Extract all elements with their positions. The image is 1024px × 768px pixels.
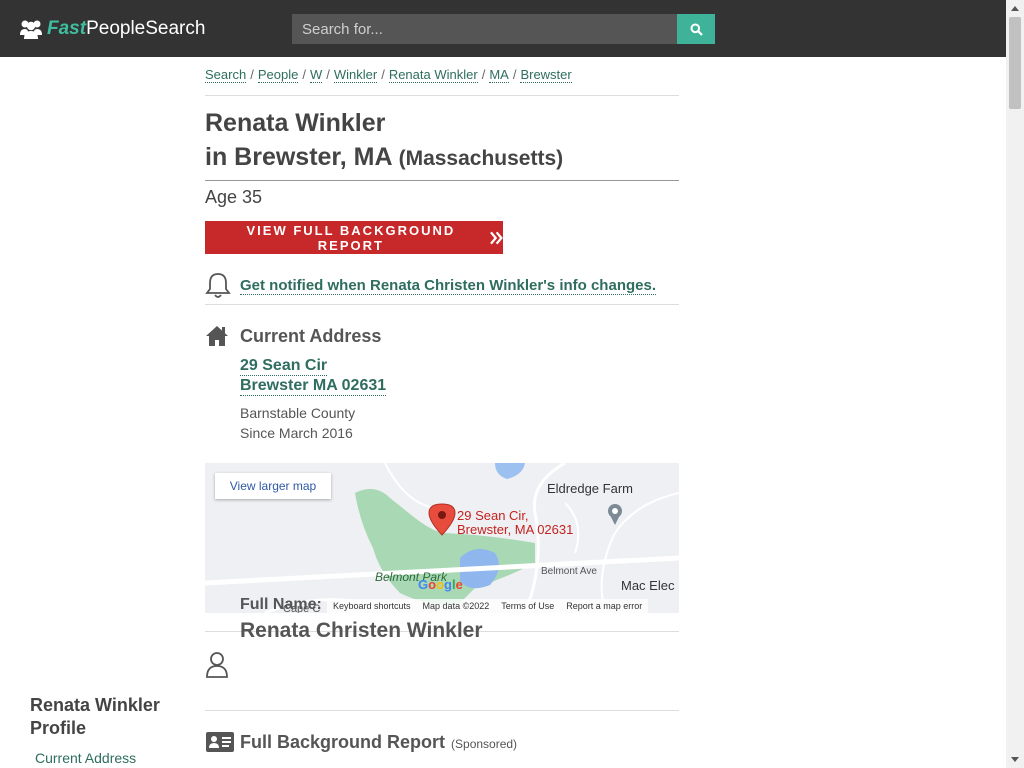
title-divider <box>205 180 679 181</box>
person-location: in Brewster, MA <box>205 143 392 171</box>
address-street-link[interactable]: 29 Sean Cir <box>240 357 328 376</box>
map-pin-line2: Brewster, MA 02631 <box>457 522 574 537</box>
id-card-icon <box>206 732 234 752</box>
top-navbar: Fast PeopleSearch <box>0 0 1006 57</box>
address-map[interactable]: View larger map 29 Sean Cir, Brewster, M… <box>205 463 679 613</box>
full-name-label: Full Name: <box>240 596 322 613</box>
scroll-down-arrow[interactable] <box>1006 751 1024 768</box>
address-since: Since March 2016 <box>240 425 353 441</box>
map-place-belmont-ave: Belmont Ave <box>541 566 597 577</box>
map-pin-line1: 29 Sean Cir, <box>457 508 529 523</box>
current-address-title: Current Address <box>240 326 382 346</box>
breadcrumb-state[interactable]: MA <box>489 67 509 83</box>
profile-sidebar: Renata Winkler Profile Current Address <box>30 694 190 766</box>
search-button[interactable] <box>677 14 715 44</box>
double-chevron-right-icon <box>489 231 503 244</box>
bell-icon <box>205 273 231 298</box>
map-terms-link[interactable]: Terms of Use <box>501 601 554 611</box>
breadcrumb-people[interactable]: People <box>257 67 299 83</box>
search-input[interactable] <box>292 14 677 44</box>
home-icon <box>206 326 228 346</box>
breadcrumb-city[interactable]: Brewster <box>520 67 572 83</box>
notify-link[interactable]: Get notified when Renata Christen Winkle… <box>240 277 656 295</box>
person-state-full: (Massachusetts) <box>398 147 564 170</box>
sponsored-label: (Sponsored) <box>451 737 518 751</box>
background-report-title: Full Background Report (Sponsored) <box>240 732 517 753</box>
divider <box>205 95 679 96</box>
page-title: Renata Winkler in Brewster, MA (Massachu… <box>205 106 563 176</box>
address-county: Barnstable County <box>240 405 356 421</box>
logo-fast-text: Fast <box>47 18 87 39</box>
site-logo[interactable]: Fast PeopleSearch <box>19 17 205 41</box>
user-icon <box>206 652 228 678</box>
view-background-report-button[interactable]: VIEW FULL BACKGROUND REPORT <box>205 221 503 254</box>
full-name-value: Renata Christen Winkler <box>240 619 483 642</box>
map-place-mac: Mac Elec <box>621 578 675 593</box>
report-button-label: VIEW FULL BACKGROUND REPORT <box>246 222 456 253</box>
sidebar-link-current-address[interactable]: Current Address <box>35 750 190 766</box>
map-keyboard-shortcuts[interactable]: Keyboard shortcuts <box>333 601 411 611</box>
map-pin-label: 29 Sean Cir, Brewster, MA 02631 <box>457 509 573 537</box>
breadcrumb-fullname[interactable]: Renata Winkler <box>388 67 478 83</box>
map-data-credit: Map data ©2022 <box>422 601 490 611</box>
background-report-title-text: Full Background Report <box>240 732 446 752</box>
people-icon <box>20 20 42 39</box>
divider <box>205 710 679 711</box>
google-logo: Google <box>418 577 463 592</box>
scroll-thumb[interactable] <box>1009 17 1021 109</box>
page-scrollbar[interactable] <box>1006 0 1024 768</box>
person-age: Age 35 <box>205 187 263 207</box>
map-place-eldredge: Eldredge Farm <box>547 481 633 496</box>
map-report-error-link[interactable]: Report a map error <box>566 601 642 611</box>
notify-row: Get notified when Renata Christen Winkle… <box>205 272 656 300</box>
breadcrumb-search[interactable]: Search <box>205 67 247 83</box>
address-city-link[interactable]: Brewster MA 02631 <box>240 377 387 396</box>
map-footer: Keyboard shortcuts Map data ©2022 Terms … <box>327 599 649 613</box>
breadcrumb-letter[interactable]: W <box>309 67 323 83</box>
divider <box>205 304 679 305</box>
breadcrumb: Search / People / W / Winkler / Renata Winkler / M… <box>205 67 572 83</box>
person-name: Renata Winkler <box>205 109 386 137</box>
search-icon <box>690 23 703 36</box>
logo-people-text: PeopleSearch <box>86 18 206 39</box>
view-larger-map-button[interactable]: View larger map <box>215 473 331 499</box>
breadcrumb-surname[interactable]: Winkler <box>333 67 378 83</box>
sidebar-title: Renata Winkler Profile <box>30 695 160 738</box>
scroll-up-arrow[interactable] <box>1006 0 1024 17</box>
